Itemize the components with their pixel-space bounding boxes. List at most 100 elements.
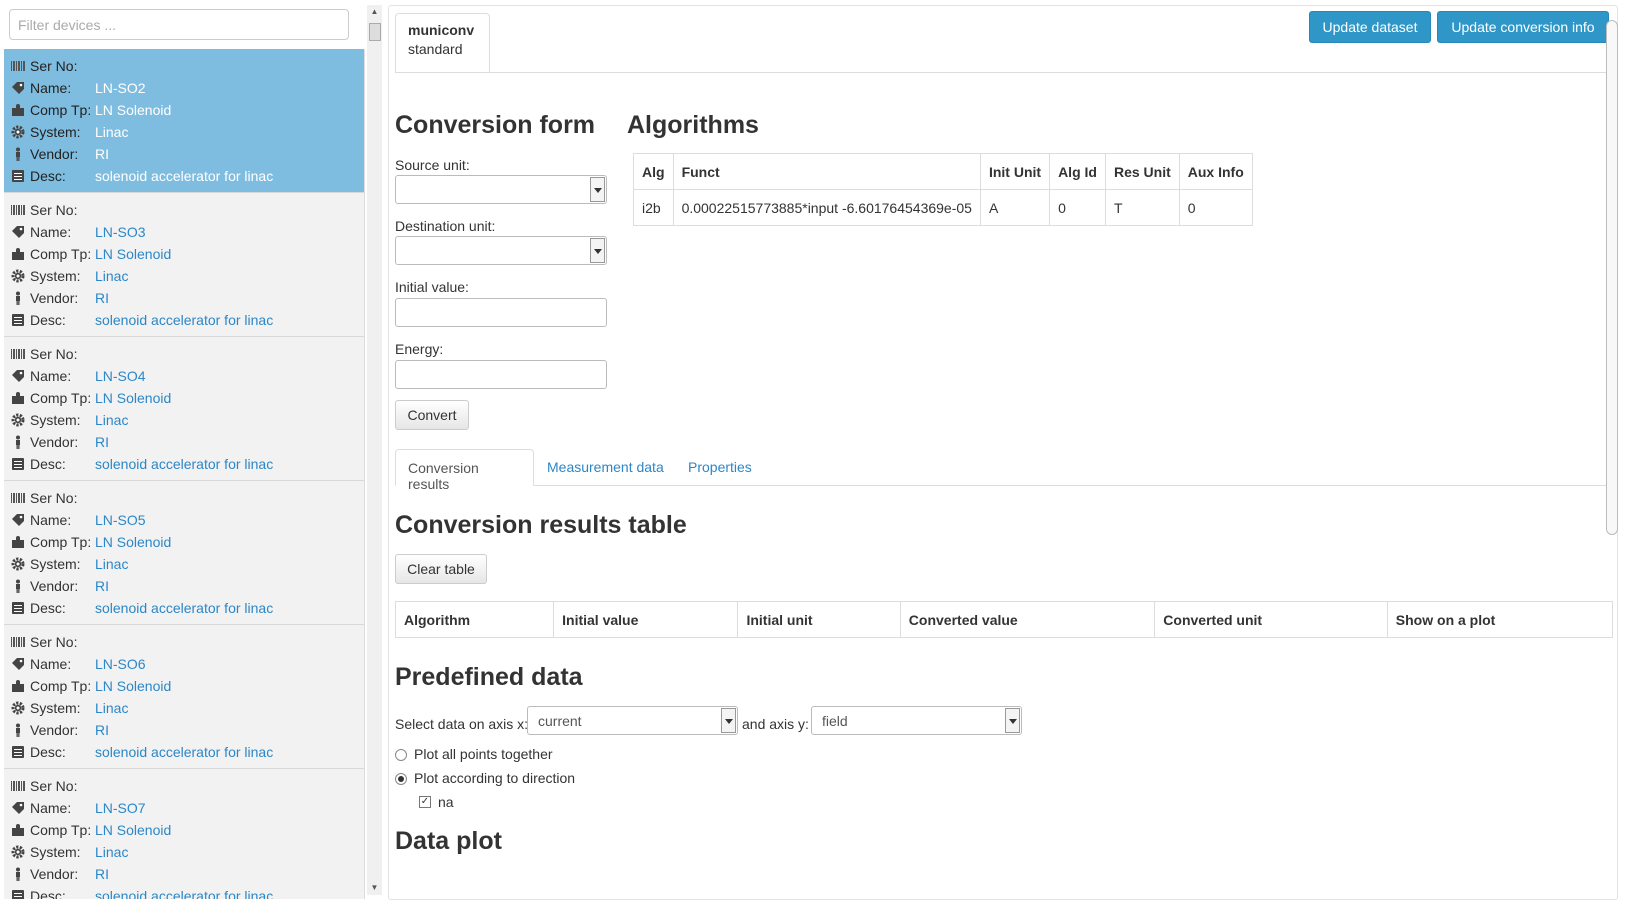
device-item[interactable]: Ser No: Name: LN-SO5 Comp Tp: LN Solenoid … <box>4 481 365 625</box>
initial-value-input[interactable] <box>395 298 607 327</box>
system-value: Linac <box>95 556 129 572</box>
book-icon <box>10 456 26 472</box>
direction-na-checkbox[interactable]: ✓ <box>419 796 431 808</box>
scroll-up-icon[interactable]: ▲ <box>367 5 382 19</box>
comp-tp-value: LN Solenoid <box>95 822 172 838</box>
comp-tp-label: Comp Tp: <box>30 246 92 262</box>
alg-header-cell: Init Unit <box>979 153 1051 190</box>
device-item[interactable]: Ser No: Name: LN-SO6 Comp Tp: LN Solenoid … <box>4 625 365 769</box>
gear-icon <box>10 412 26 428</box>
barcode-icon <box>10 202 26 218</box>
algorithms-title: Algorithms <box>627 111 759 139</box>
chevron-down-icon[interactable] <box>1005 708 1020 733</box>
energy-input[interactable] <box>395 360 607 389</box>
device-name-value: LN-SO3 <box>95 224 146 240</box>
results-header-cell: Algorithm <box>394 601 555 638</box>
axis-y-select[interactable]: field <box>811 706 1022 735</box>
vendor-label: Vendor: <box>30 290 79 306</box>
main-panel: municonv standard Update dataset Update … <box>388 5 1618 900</box>
user-icon <box>10 290 26 306</box>
convert-button[interactable]: Convert <box>395 400 469 430</box>
plot-all-radio[interactable] <box>395 749 407 761</box>
tag-icon <box>10 800 26 816</box>
vendor-value: RI <box>95 722 109 738</box>
gear-icon <box>10 844 26 860</box>
desc-value: solenoid accelerator for linac <box>95 456 274 472</box>
vendor-value: RI <box>95 866 109 882</box>
chevron-down-icon[interactable] <box>590 238 605 263</box>
alg-cell: T <box>1104 189 1180 226</box>
system-label: System: <box>30 844 81 860</box>
source-unit-label: Source unit: <box>395 157 470 173</box>
device-name-value: LN-SO6 <box>95 656 146 672</box>
plot-all-label: Plot all points together <box>414 746 553 762</box>
system-label: System: <box>30 700 81 716</box>
alg-cell: 0 <box>1049 189 1106 226</box>
clear-table-button[interactable]: Clear table <box>395 554 487 584</box>
comp-tp-value: LN Solenoid <box>95 678 172 694</box>
update-conversion-info-button[interactable]: Update conversion info <box>1437 11 1609 43</box>
gear-icon <box>10 124 26 140</box>
alg-cell: i2b <box>633 189 674 226</box>
device-item[interactable]: Ser No: Name: LN-SO4 Comp Tp: LN Solenoid … <box>4 337 365 481</box>
ser-no-label: Ser No: <box>30 634 78 650</box>
alg-header-cell: Funct <box>672 153 981 190</box>
results-header-cell: Converted unit <box>1154 601 1388 638</box>
name-label: Name: <box>30 80 72 96</box>
axis-x-select[interactable]: current <box>527 706 738 735</box>
dataset-name: municonv <box>408 22 475 38</box>
scroll-down-icon[interactable]: ▼ <box>367 881 382 895</box>
device-item[interactable]: Ser No: Name: LN-SO3 Comp Tp: LN Solenoid … <box>4 193 365 337</box>
tag-icon <box>10 224 26 240</box>
tab-measurement-data[interactable]: Measurement data <box>535 449 676 486</box>
comp-tp-label: Comp Tp: <box>30 822 92 838</box>
alg-header-cell: Aux Info <box>1178 153 1253 190</box>
tag-icon <box>10 368 26 384</box>
results-header-cell: Initial unit <box>737 601 901 638</box>
device-name-value: LN-SO4 <box>95 368 146 384</box>
update-dataset-button[interactable]: Update dataset <box>1309 11 1431 43</box>
filter-devices-input[interactable] <box>9 9 349 40</box>
dataset-tab[interactable]: municonv standard <box>395 13 490 73</box>
puzzle-icon <box>10 534 26 550</box>
system-label: System: <box>30 268 81 284</box>
comp-tp-value: LN Solenoid <box>95 534 172 550</box>
axis-y-value: field <box>822 713 848 729</box>
device-list: Ser No: Name: LN-SO2 Comp Tp: LN Solenoid … <box>4 49 365 899</box>
desc-label: Desc: <box>30 600 66 616</box>
puzzle-icon <box>10 102 26 118</box>
conversion-results-table: Algorithm Initial value Initial unit Conver… <box>394 601 1614 638</box>
source-unit-select[interactable] <box>395 175 607 204</box>
gear-icon <box>10 700 26 716</box>
plot-direction-radio[interactable] <box>395 773 407 785</box>
puzzle-icon <box>10 678 26 694</box>
predefined-data-title: Predefined data <box>395 663 583 691</box>
main-scrollbar[interactable] <box>1606 20 1618 535</box>
comp-tp-label: Comp Tp: <box>30 534 92 550</box>
alg-header-cell: Alg Id <box>1049 153 1106 190</box>
result-tabs: Conversion results Measurement data Prop… <box>395 449 1613 492</box>
system-value: Linac <box>95 268 129 284</box>
data-plot-title: Data plot <box>395 827 502 855</box>
device-list-scrollbar[interactable]: ▲ ▼ <box>367 5 382 895</box>
system-value: Linac <box>95 700 129 716</box>
device-item[interactable]: Ser No: Name: LN-SO7 Comp Tp: LN Solenoid … <box>4 769 365 899</box>
vendor-label: Vendor: <box>30 146 79 162</box>
results-header-cell: Initial value <box>553 601 739 638</box>
chevron-down-icon[interactable] <box>721 708 736 733</box>
system-value: Linac <box>95 124 129 140</box>
tab-conversion-results[interactable]: Conversion results <box>395 449 534 492</box>
gear-icon <box>10 268 26 284</box>
destination-unit-select[interactable] <box>395 236 607 265</box>
device-item[interactable]: Ser No: Name: LN-SO2 Comp Tp: LN Solenoid … <box>4 49 365 193</box>
chevron-down-icon[interactable] <box>590 177 605 202</box>
ser-no-label: Ser No: <box>30 58 78 74</box>
tab-properties[interactable]: Properties <box>676 449 764 486</box>
comp-tp-value: LN Solenoid <box>95 390 172 406</box>
name-label: Name: <box>30 224 72 240</box>
scrollbar-thumb[interactable] <box>369 23 381 41</box>
name-label: Name: <box>30 656 72 672</box>
ser-no-label: Ser No: <box>30 778 78 794</box>
table-row[interactable]: i2b 0.00022515773885*input -6.60176454369… <box>633 189 1253 226</box>
puzzle-icon <box>10 822 26 838</box>
